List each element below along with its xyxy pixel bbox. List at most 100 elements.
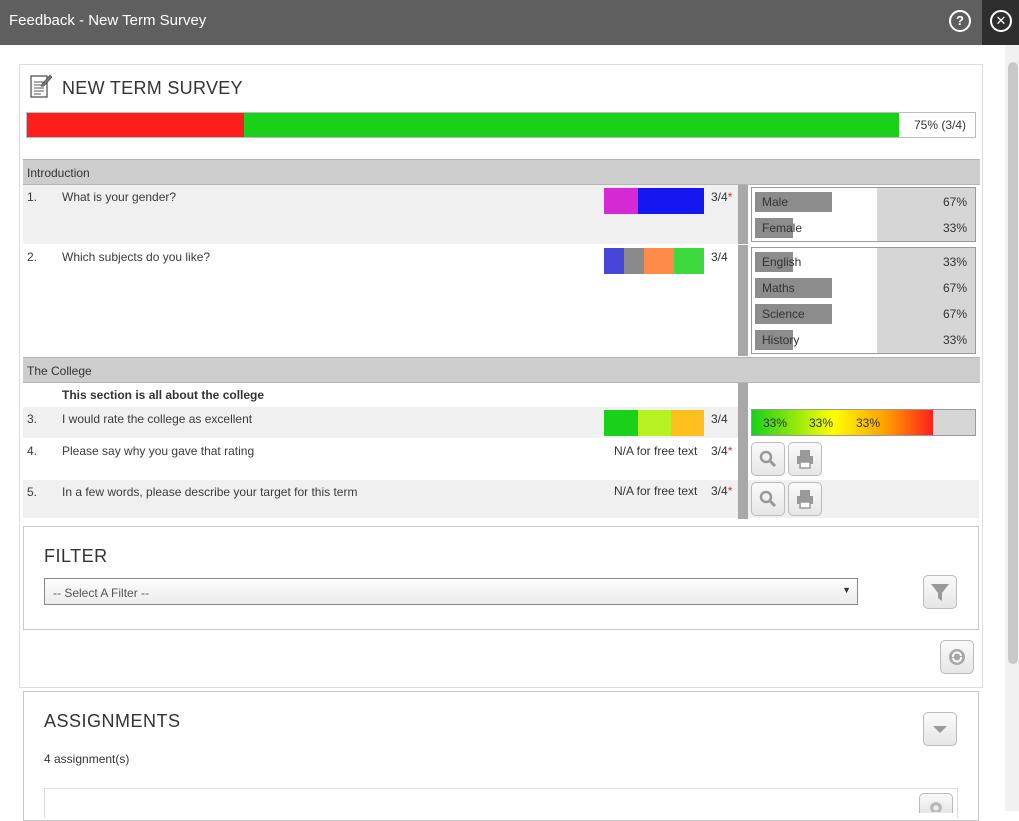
window-title: Feedback - New Term Survey bbox=[9, 12, 207, 29]
response-mini-chart bbox=[604, 248, 704, 274]
gear-icon bbox=[930, 802, 942, 814]
answer-percent: 67% bbox=[942, 307, 967, 321]
section-header-introduction: Introduction bbox=[23, 159, 980, 185]
free-text-note: N/A for free text bbox=[614, 484, 698, 498]
mini-chart-segment bbox=[671, 410, 704, 436]
progress-remaining bbox=[27, 113, 244, 137]
survey-notepad-icon bbox=[30, 74, 52, 98]
response-count: 3/4 bbox=[711, 250, 728, 264]
response-mini-chart bbox=[604, 410, 704, 436]
column-divider bbox=[738, 245, 748, 356]
answer-label: Maths bbox=[762, 281, 795, 295]
chevron-down-icon: ▼ bbox=[842, 585, 851, 595]
question-number: 5. bbox=[27, 485, 38, 499]
answer-item: Male 67% bbox=[752, 189, 975, 215]
answer-label: Science bbox=[762, 307, 805, 321]
refresh-button[interactable] bbox=[940, 640, 974, 674]
filter-select-value: -- Select A Filter -- bbox=[53, 586, 150, 600]
survey-progress-bar: 75% (3/4) bbox=[26, 112, 976, 138]
help-icon[interactable]: ? bbox=[949, 10, 971, 32]
answer-label: History bbox=[762, 333, 800, 347]
response-mini-chart bbox=[604, 188, 704, 214]
magnifier-icon bbox=[759, 490, 777, 508]
response-count-value: 3/4 bbox=[711, 250, 728, 264]
response-count: 3/4* bbox=[711, 190, 732, 204]
question-number: 3. bbox=[27, 412, 38, 426]
answer-item: Maths 67% bbox=[752, 275, 975, 301]
window-titlebar: Feedback - New Term Survey ? ✕ bbox=[0, 0, 1019, 45]
survey-title: NEW TERM SURVEY bbox=[62, 78, 243, 98]
print-responses-button[interactable] bbox=[788, 442, 822, 476]
response-count: 3/4* bbox=[711, 444, 732, 458]
column-divider bbox=[738, 383, 748, 519]
answer-breakdown: English 33% Maths 67% Science 67% History 33… bbox=[751, 247, 976, 354]
question-text: What is your gender? bbox=[62, 190, 177, 204]
answer-percent: 67% bbox=[942, 195, 967, 209]
mini-chart-segment bbox=[674, 248, 704, 274]
answer-percent: 33% bbox=[942, 221, 967, 235]
magnifier-icon bbox=[759, 450, 777, 468]
question-number: 4. bbox=[27, 444, 38, 458]
mini-chart-segment bbox=[638, 188, 704, 214]
apply-filter-button[interactable] bbox=[923, 575, 957, 609]
response-count-value: 3/4 bbox=[711, 412, 728, 426]
required-marker: * bbox=[727, 484, 733, 498]
chevron-down-icon bbox=[933, 726, 947, 733]
response-count-value: 3/4 bbox=[711, 444, 728, 458]
answer-breakdown: Male 67% Female 33% bbox=[751, 187, 976, 242]
section-header-college: The College bbox=[23, 357, 980, 383]
column-divider bbox=[738, 185, 748, 244]
question-text: In a few words, please describe your tar… bbox=[62, 485, 358, 499]
answer-label: English bbox=[762, 255, 802, 269]
mini-chart-segment bbox=[604, 410, 638, 436]
response-count: 3/4 bbox=[711, 412, 728, 426]
print-responses-button[interactable] bbox=[788, 482, 822, 516]
answer-item: English 33% bbox=[752, 249, 975, 275]
funnel-icon bbox=[931, 584, 949, 601]
view-responses-button[interactable] bbox=[751, 482, 785, 516]
filter-select[interactable]: -- Select A Filter -- ▼ bbox=[44, 578, 858, 605]
answer-item: History 33% bbox=[752, 327, 975, 353]
question-text: Please say why you gave that rating bbox=[62, 444, 255, 458]
view-responses-button[interactable] bbox=[751, 442, 785, 476]
response-count-value: 3/4 bbox=[711, 484, 728, 498]
free-text-note: N/A for free text bbox=[614, 444, 698, 458]
rating-distribution: 33% 33% 33% bbox=[751, 409, 976, 436]
rating-percent: 33% bbox=[763, 416, 788, 430]
answer-item: Female 33% bbox=[752, 215, 975, 241]
assignments-list bbox=[44, 788, 958, 818]
rating-percent: 33% bbox=[809, 416, 834, 430]
mini-chart-segment bbox=[638, 410, 671, 436]
printer-icon bbox=[797, 490, 813, 509]
answer-label: Female bbox=[762, 221, 803, 235]
mini-chart-segment bbox=[624, 248, 644, 274]
answer-percent: 33% bbox=[942, 255, 967, 269]
answer-label: Male bbox=[762, 195, 789, 209]
section-description: This section is all about the college bbox=[62, 388, 265, 402]
assignments-title: ASSIGNMENTS bbox=[44, 711, 181, 731]
rating-percent: 33% bbox=[856, 416, 881, 430]
response-count: 3/4* bbox=[711, 484, 732, 498]
printer-icon bbox=[797, 450, 813, 469]
assignment-settings-button[interactable] bbox=[919, 793, 953, 814]
question-number: 2. bbox=[27, 250, 38, 264]
answer-percent: 67% bbox=[942, 281, 967, 295]
required-marker: * bbox=[727, 190, 733, 204]
close-icon[interactable]: ✕ bbox=[990, 10, 1012, 32]
assignments-count: 4 assignment(s) bbox=[44, 752, 130, 766]
mini-chart-segment bbox=[644, 248, 674, 274]
answer-item: Science 67% bbox=[752, 301, 975, 327]
progress-complete bbox=[244, 113, 899, 137]
refresh-icon bbox=[949, 649, 965, 665]
expand-assignments-button[interactable] bbox=[923, 712, 957, 746]
filter-title: FILTER bbox=[44, 546, 108, 566]
mini-chart-segment bbox=[604, 248, 624, 274]
progress-label: 75% (3/4) bbox=[913, 118, 966, 132]
answer-percent: 33% bbox=[942, 333, 967, 347]
mini-chart-segment bbox=[604, 188, 638, 214]
required-marker: * bbox=[727, 444, 733, 458]
question-number: 1. bbox=[27, 190, 38, 204]
question-text: Which subjects do you like? bbox=[62, 250, 211, 264]
scrollbar-thumb[interactable] bbox=[1008, 62, 1018, 664]
question-text: I would rate the college as excellent bbox=[62, 412, 253, 426]
